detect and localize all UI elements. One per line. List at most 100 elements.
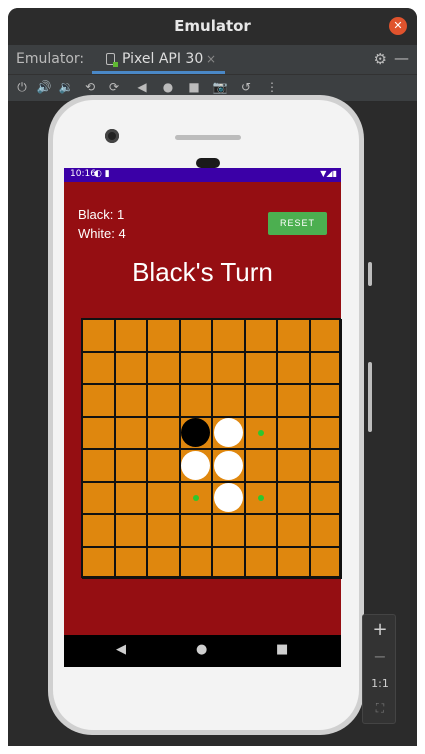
camera-icon[interactable]: 📷 xyxy=(212,80,228,94)
tab-pixel-api-30[interactable]: Pixel API 30 × xyxy=(92,45,225,74)
notification-icons: ◐ ▮ xyxy=(94,169,110,179)
home-icon[interactable]: ● xyxy=(160,80,176,94)
board-cell[interactable] xyxy=(114,481,147,514)
phone-side-button-top[interactable] xyxy=(368,262,372,286)
gear-icon[interactable]: ⚙ xyxy=(374,50,387,68)
board-cell[interactable] xyxy=(147,449,180,482)
turn-indicator: Black's Turn xyxy=(132,257,273,287)
black-score: Black: 1 xyxy=(78,207,125,222)
board-cell[interactable] xyxy=(147,514,180,547)
zoom-one-to-one-button[interactable]: 1:1 xyxy=(363,677,397,690)
board-cell[interactable] xyxy=(147,481,180,514)
board-cell[interactable] xyxy=(212,546,245,579)
board-cell[interactable] xyxy=(244,351,277,384)
back-icon[interactable]: ◀ xyxy=(134,80,150,94)
signal-battery-icons: ▼◢▮ xyxy=(320,169,337,178)
power-icon[interactable]: ⏻ xyxy=(14,80,30,95)
board-cell[interactable] xyxy=(114,449,147,482)
board-cell[interactable] xyxy=(147,351,180,384)
board-cell[interactable] xyxy=(147,384,180,417)
board-cell[interactable] xyxy=(309,416,342,449)
board-cell[interactable] xyxy=(212,514,245,547)
board-cell[interactable] xyxy=(82,416,115,449)
board-cell[interactable] xyxy=(82,449,115,482)
snapshot-icon[interactable]: ↺ xyxy=(238,80,254,94)
proximity-sensor xyxy=(196,158,220,168)
board-cell[interactable] xyxy=(277,481,310,514)
board-cell[interactable] xyxy=(309,481,342,514)
board-cell[interactable] xyxy=(244,319,277,352)
zoom-in-button[interactable]: + xyxy=(363,619,397,640)
earpiece-speaker xyxy=(175,135,241,140)
white-disc xyxy=(213,483,243,512)
board-cell[interactable] xyxy=(309,351,342,384)
board-cell[interactable] xyxy=(309,319,342,352)
app-screen: 10:16 ◐ ▮ ▼◢▮ Black: 1 White: 4 RESET Bl… xyxy=(64,168,342,667)
volume-up-icon[interactable]: 🔊 xyxy=(36,80,52,94)
valid-move-hint[interactable] xyxy=(192,494,199,501)
white-disc xyxy=(213,418,243,447)
board-cell[interactable] xyxy=(309,546,342,579)
phone-side-button-volume[interactable] xyxy=(368,362,372,432)
rotate-right-icon[interactable]: ⟳ xyxy=(106,80,122,94)
board-cell[interactable] xyxy=(82,384,115,417)
black-disc xyxy=(181,418,210,447)
board-cell[interactable] xyxy=(82,351,115,384)
nav-back-icon[interactable]: ◀ xyxy=(116,642,126,657)
board-cell[interactable] xyxy=(277,384,310,417)
board-cell[interactable] xyxy=(309,449,342,482)
board-cell[interactable] xyxy=(147,416,180,449)
board-cell[interactable] xyxy=(277,449,310,482)
board-cell[interactable] xyxy=(244,449,277,482)
nav-overview-icon[interactable]: ■ xyxy=(276,642,288,657)
board-cell[interactable] xyxy=(212,319,245,352)
board-cell[interactable] xyxy=(277,416,310,449)
rotate-left-icon[interactable]: ⟲ xyxy=(82,80,98,94)
board-cell[interactable] xyxy=(179,514,212,547)
reset-button[interactable]: RESET xyxy=(268,212,327,235)
board-cell[interactable] xyxy=(179,384,212,417)
board-cell[interactable] xyxy=(82,514,115,547)
board-cell[interactable] xyxy=(114,384,147,417)
nav-home-icon[interactable]: ● xyxy=(196,642,207,657)
volume-down-icon[interactable]: 🔉 xyxy=(58,80,74,94)
board-cell[interactable] xyxy=(82,546,115,579)
board-cell[interactable] xyxy=(114,319,147,352)
minimize-icon[interactable]: — xyxy=(394,49,409,67)
white-score: White: 4 xyxy=(78,226,126,241)
board-cell[interactable] xyxy=(244,546,277,579)
board-cell[interactable] xyxy=(244,384,277,417)
board-cell[interactable] xyxy=(244,514,277,547)
board-cell[interactable] xyxy=(277,546,310,579)
board-cell[interactable] xyxy=(114,416,147,449)
board-cell[interactable] xyxy=(82,481,115,514)
board-cell[interactable] xyxy=(114,546,147,579)
valid-move-hint[interactable] xyxy=(257,494,264,501)
othello-board xyxy=(81,318,342,579)
close-window-button[interactable]: ✕ xyxy=(389,17,407,35)
status-time: 10:16 xyxy=(70,169,96,179)
board-cell[interactable] xyxy=(82,319,115,352)
board-cell[interactable] xyxy=(114,351,147,384)
board-cell[interactable] xyxy=(212,384,245,417)
board-cell[interactable] xyxy=(147,319,180,352)
valid-move-hint[interactable] xyxy=(257,429,264,436)
board-cell[interactable] xyxy=(212,351,245,384)
board-cell[interactable] xyxy=(277,319,310,352)
board-cell[interactable] xyxy=(309,384,342,417)
zoom-out-button[interactable]: − xyxy=(363,647,397,666)
board-cell[interactable] xyxy=(277,351,310,384)
board-cell[interactable] xyxy=(147,546,180,579)
board-cell[interactable] xyxy=(277,514,310,547)
android-nav-bar: ◀ ● ■ xyxy=(64,635,341,667)
board-cell[interactable] xyxy=(179,351,212,384)
overview-icon[interactable]: ■ xyxy=(186,80,202,94)
board-cell[interactable] xyxy=(114,514,147,547)
fit-screen-icon[interactable]: ⛶ xyxy=(363,701,397,716)
tab-label: Pixel API 30 xyxy=(122,51,204,67)
more-icon[interactable]: ⋮ xyxy=(264,80,280,94)
board-cell[interactable] xyxy=(179,319,212,352)
tab-close-icon[interactable]: × xyxy=(206,52,216,66)
board-cell[interactable] xyxy=(309,514,342,547)
board-cell[interactable] xyxy=(179,546,212,579)
